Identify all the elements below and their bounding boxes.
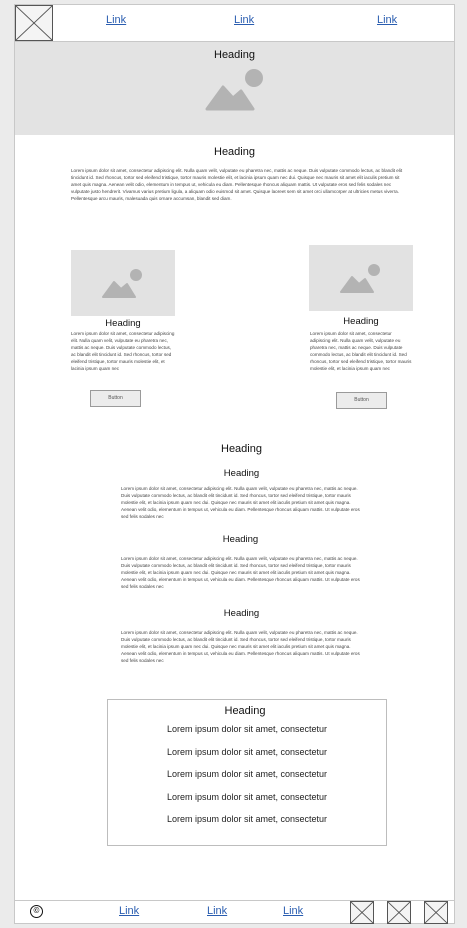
- column-1-button[interactable]: Button: [90, 390, 141, 407]
- column-1-heading: Heading: [105, 318, 141, 329]
- copyright-symbol: ©: [33, 906, 40, 915]
- footer-link-2[interactable]: Link: [207, 905, 227, 917]
- social-placeholder-icon-1[interactable]: [350, 901, 374, 924]
- column-2-image: [309, 245, 413, 311]
- card-line-1: Lorem ipsum dolor sit amet, consectetur: [166, 724, 328, 734]
- card-line-4: Lorem ipsum dolor sit amet, consectetur: [166, 792, 328, 802]
- card-line-3: Lorem ipsum dolor sit amet, consectetur: [166, 769, 328, 779]
- column-2-button[interactable]: Button: [336, 392, 387, 409]
- social-placeholder-icon-2[interactable]: [387, 901, 411, 924]
- article-1-paragraph: Lorem ipsum dolor sit amet, consectetur …: [121, 486, 360, 519]
- copyright-icon: ©: [30, 905, 43, 918]
- intro-paragraph: Lorem ipsum dolor sit amet, consectetur …: [71, 168, 403, 201]
- card-heading: Heading: [224, 705, 266, 717]
- hero-heading: Heading: [214, 49, 255, 61]
- header-link-2[interactable]: Link: [234, 14, 254, 26]
- wireframe-page: Link Link Link Heading Heading Lorem ips…: [14, 4, 455, 924]
- article-3-heading: Heading: [223, 608, 260, 619]
- footer-link-3[interactable]: Link: [283, 905, 303, 917]
- column-1-paragraph: Lorem ipsum dolor sit amet, consectetur …: [71, 331, 175, 371]
- article-2-paragraph: Lorem ipsum dolor sit amet, consectetur …: [121, 556, 360, 589]
- article-1-heading: Heading: [223, 468, 260, 479]
- logo-placeholder-icon[interactable]: [15, 5, 53, 41]
- column-2-heading: Heading: [343, 316, 379, 327]
- card-line-2: Lorem ipsum dolor sit amet, consectetur: [166, 747, 328, 757]
- intro-heading: Heading: [214, 146, 255, 158]
- card-line-5: Lorem ipsum dolor sit amet, consectetur: [166, 814, 328, 824]
- social-placeholder-icon-3[interactable]: [424, 901, 448, 924]
- image-placeholder-icon: [102, 269, 142, 298]
- column-2-paragraph: Lorem ipsum dolor sit amet, consectetur …: [310, 331, 412, 371]
- image-placeholder-icon: [205, 69, 263, 111]
- header-link-3[interactable]: Link: [377, 14, 397, 26]
- articles-heading: Heading: [221, 443, 262, 455]
- image-placeholder-icon: [340, 264, 380, 293]
- header-link-1[interactable]: Link: [106, 14, 126, 26]
- article-3-paragraph: Lorem ipsum dolor sit amet, consectetur …: [121, 630, 360, 663]
- column-1-image: [71, 250, 175, 316]
- footer-link-1[interactable]: Link: [119, 905, 139, 917]
- article-2-heading: Heading: [222, 534, 259, 545]
